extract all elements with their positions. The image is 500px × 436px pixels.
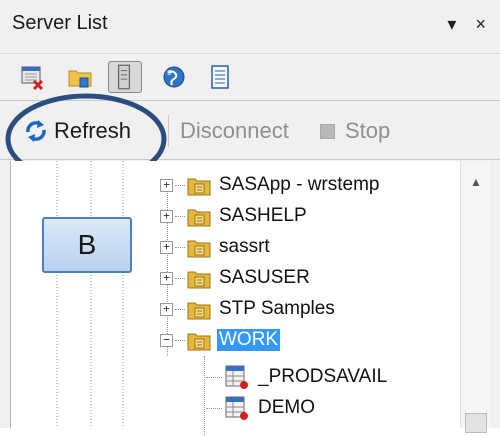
tree-connector <box>206 376 222 378</box>
vertical-scrollbar[interactable]: ▲ <box>460 161 490 433</box>
library-label: SASHELP <box>219 205 307 226</box>
command-bar: Refresh Disconnect Stop <box>0 100 500 160</box>
library-folder-icon <box>187 178 211 196</box>
tree-item-library[interactable]: + STP Samples <box>160 294 337 324</box>
svg-text:S: S <box>167 70 172 77</box>
panel-title: Server List <box>12 12 108 34</box>
stop-label: Stop <box>345 118 391 143</box>
close-icon[interactable]: × <box>475 14 486 35</box>
tree-item-library[interactable]: + SASUSER <box>160 263 312 293</box>
tree-item-library-selected[interactable]: − WORK <box>160 325 281 355</box>
expand-icon[interactable]: + <box>160 240 173 254</box>
table-icon <box>225 396 248 420</box>
scroll-thumb[interactable] <box>465 413 487 433</box>
table-label: _PRODSAVAIL <box>258 366 388 387</box>
table-label: DEMO <box>258 397 315 418</box>
open-folder-icon[interactable] <box>66 63 94 91</box>
disconnect-button[interactable]: Disconnect <box>180 118 289 144</box>
stop-button[interactable]: Stop <box>320 118 390 144</box>
table-icon <box>225 365 248 389</box>
tree-connector <box>175 308 185 310</box>
icon-toolbar: S <box>0 55 500 99</box>
new-server-icon[interactable] <box>18 63 46 91</box>
tree-item-library[interactable]: + SASApp - wrstemp <box>160 170 382 200</box>
tree-connector <box>175 215 185 217</box>
expand-icon[interactable]: + <box>160 178 173 192</box>
tree-item-library[interactable]: + sassrt <box>160 232 272 262</box>
expand-icon[interactable]: + <box>160 302 173 316</box>
callout-label: B <box>42 217 132 273</box>
library-label: STP Samples <box>219 298 335 319</box>
library-label: SASApp - wrstemp <box>219 174 380 195</box>
library-label: SASUSER <box>219 267 310 288</box>
library-folder-icon <box>187 209 211 227</box>
tree-item-table[interactable]: _PRODSAVAIL <box>206 362 389 392</box>
globe-icon[interactable]: S <box>160 63 188 91</box>
expand-icon[interactable]: + <box>160 271 173 285</box>
tree-connector <box>206 407 222 409</box>
scroll-up-icon[interactable]: ▲ <box>470 175 482 189</box>
tree-connector <box>175 339 185 341</box>
tree-connector <box>175 246 185 248</box>
refresh-button[interactable]: Refresh <box>24 118 131 144</box>
toolbar-separator <box>168 115 169 147</box>
server-view-icon <box>118 64 130 90</box>
document-icon[interactable] <box>206 63 234 91</box>
library-folder-icon <box>187 302 211 320</box>
tree-connector <box>175 184 185 186</box>
library-folder-icon <box>187 271 211 289</box>
stop-icon <box>320 123 335 139</box>
server-view-button[interactable] <box>108 61 142 93</box>
tree-connector <box>175 277 185 279</box>
expand-icon[interactable]: + <box>160 209 173 223</box>
tree-guide-lines <box>56 161 124 428</box>
library-label: WORK <box>217 329 281 351</box>
refresh-label: Refresh <box>54 118 132 143</box>
tree-item-library[interactable]: + SASHELP <box>160 201 309 231</box>
library-label: sassrt <box>219 236 270 257</box>
pin-dropdown-icon[interactable]: ▾ <box>447 14 456 35</box>
library-folder-icon <box>187 333 211 351</box>
library-folder-icon <box>187 240 211 258</box>
tree-item-table[interactable]: DEMO <box>206 393 317 423</box>
title-controls: ▾ × <box>433 14 486 35</box>
collapse-icon[interactable]: − <box>160 333 173 347</box>
refresh-icon <box>26 120 46 142</box>
server-list-panel: Server List ▾ × S Refresh Disconnect Sto… <box>0 0 500 436</box>
tree-branch-line <box>204 356 205 436</box>
title-bar: Server List ▾ × <box>0 0 500 54</box>
